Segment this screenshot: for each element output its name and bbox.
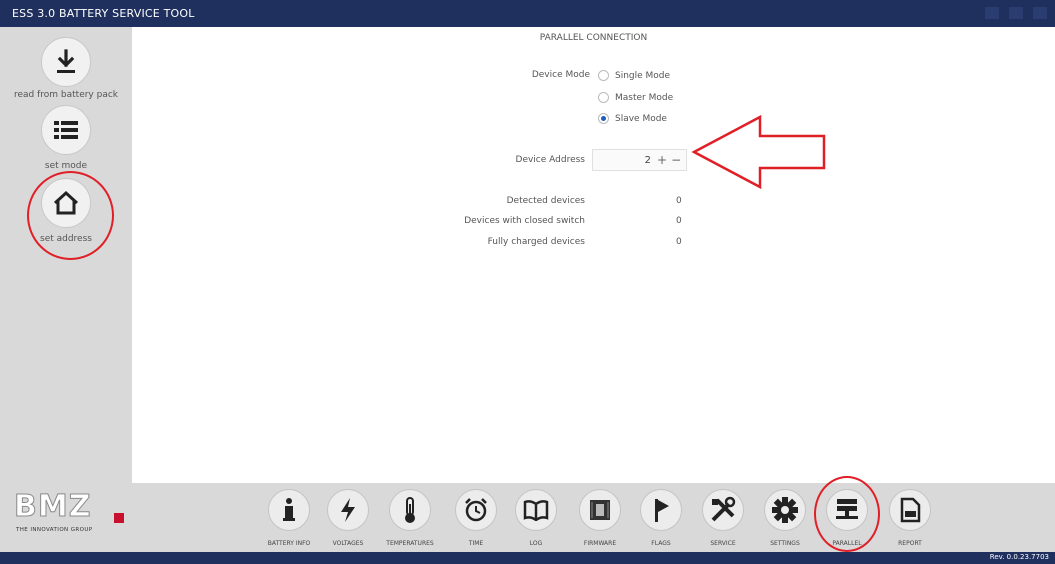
toolbar-label: LOG (529, 540, 543, 547)
info-icon[interactable] (268, 489, 310, 531)
stat-label-fully-charged: Fully charged devices (487, 237, 585, 247)
logo-text: BMZ (13, 489, 92, 525)
toolbar-log[interactable]: LOG (508, 489, 564, 547)
minimize-button[interactable] (985, 7, 999, 19)
stat-label-closed-switch: Devices with closed switch (464, 216, 585, 226)
window-controls (985, 7, 1047, 19)
toolbar-firmware[interactable]: FIRMWARE (572, 489, 628, 547)
logo-tagline: THE INNOVATION GROUP (16, 527, 93, 533)
radio-slave-mode[interactable]: Slave Mode (598, 113, 667, 124)
chip-icon[interactable] (579, 489, 621, 531)
title-bar: ESS 3.0 BATTERY SERVICE TOOL (0, 0, 1055, 27)
gear-icon[interactable] (764, 489, 806, 531)
window-title: ESS 3.0 BATTERY SERVICE TOOL (12, 7, 195, 20)
device-address-value[interactable]: 2 (593, 155, 657, 166)
stat-value-fully-charged: 0 (676, 237, 682, 247)
bmz-logo: BMZ THE INNOVATION GROUP (10, 487, 128, 537)
radio-single-mode[interactable]: Single Mode (598, 70, 670, 81)
toolbar-time[interactable]: TIME (448, 489, 504, 547)
toolbar-flags[interactable]: FLAGS (633, 489, 689, 547)
stat-value-detected: 0 (676, 196, 682, 206)
main-panel (132, 27, 1055, 483)
tools-icon[interactable] (702, 489, 744, 531)
radio-master-mode[interactable]: Master Mode (598, 92, 673, 103)
toolbar-label: VOLTAGES (332, 540, 364, 547)
annotation-arrow-icon (691, 114, 826, 190)
toolbar-label: SETTINGS (770, 540, 800, 547)
toolbar-report[interactable]: REPORT (882, 489, 938, 547)
device-address-stepper[interactable]: 2 + − (592, 149, 687, 171)
toolbar-settings[interactable]: SETTINGS (757, 489, 813, 547)
radio-button[interactable] (598, 70, 609, 81)
toolbar-label: BATTERY INFO (267, 540, 311, 547)
toolbar-service[interactable]: SERVICE (695, 489, 751, 547)
toolbar-label: TEMPERATURES (386, 540, 434, 547)
stat-label-detected: Detected devices (506, 196, 585, 206)
logo-square-icon (114, 513, 124, 523)
sidebar-item-read-from-battery-pack[interactable]: read from battery pack (0, 37, 132, 100)
stat-value-closed-switch: 0 (676, 216, 682, 226)
highlight-circle (814, 476, 880, 552)
close-button[interactable] (1033, 7, 1047, 19)
pdf-icon[interactable] (889, 489, 931, 531)
sidebar-item-label: set mode (44, 161, 88, 171)
device-address-label: Device Address (515, 155, 585, 165)
lightning-icon[interactable] (327, 489, 369, 531)
toolbar-label: FLAGS (651, 540, 671, 547)
status-bar: Rev. 0.0.23.7703 (0, 552, 1055, 564)
radio-label: Slave Mode (615, 113, 667, 124)
radio-button-selected[interactable] (598, 113, 609, 124)
radio-label: Single Mode (615, 70, 671, 81)
radio-label: Master Mode (615, 92, 674, 103)
increment-button[interactable]: + (657, 153, 667, 167)
radio-button[interactable] (598, 92, 609, 103)
highlight-circle (27, 171, 114, 260)
thermometer-icon[interactable] (389, 489, 431, 531)
maximize-button[interactable] (1009, 7, 1023, 19)
toolbar-label: FIRMWARE (583, 540, 617, 547)
decrement-button[interactable]: − (671, 153, 681, 167)
toolbar-battery-info[interactable]: BATTERY INFO (261, 489, 317, 547)
list-icon[interactable] (41, 105, 91, 155)
download-icon[interactable] (41, 37, 91, 87)
sidebar-item-set-mode[interactable]: set mode (0, 105, 132, 171)
flag-icon[interactable] (640, 489, 682, 531)
toolbar-label: SERVICE (710, 540, 736, 547)
book-icon[interactable] (515, 489, 557, 531)
sidebar-item-label: read from battery pack (13, 90, 119, 100)
toolbar-voltages[interactable]: VOLTAGES (320, 489, 376, 547)
page-title: PARALLEL CONNECTION (539, 33, 648, 43)
revision-label: Rev. 0.0.23.7703 (989, 553, 1049, 561)
toolbar-label: TIME (468, 540, 484, 547)
toolbar-label: REPORT (898, 540, 922, 547)
toolbar-temperatures[interactable]: TEMPERATURES (382, 489, 438, 547)
device-mode-label: Device Mode (531, 70, 590, 80)
alarm-clock-icon[interactable] (455, 489, 497, 531)
